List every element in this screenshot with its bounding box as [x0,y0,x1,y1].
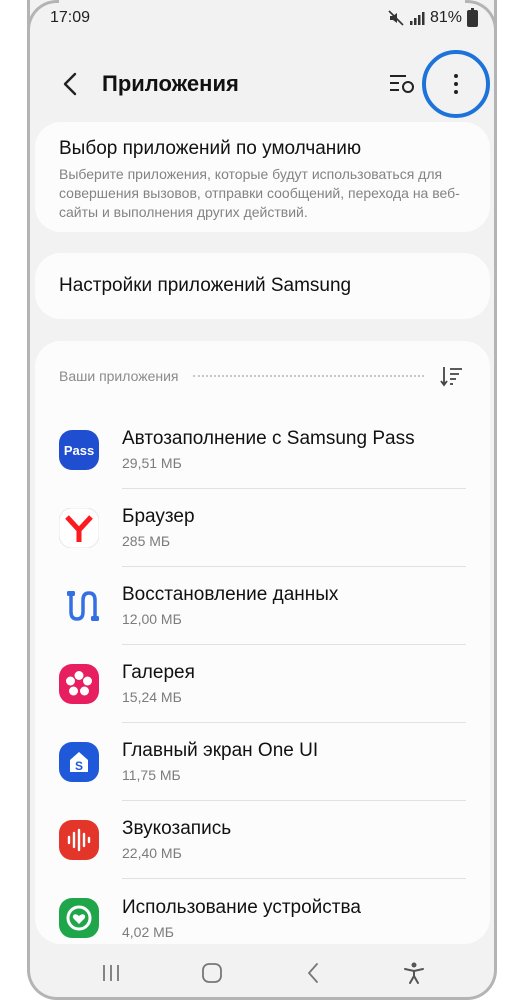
default-apps-card[interactable]: Выбор приложений по умолчанию Выберите п… [35,122,490,232]
app-name: Использование устройства [122,896,361,918]
app-size: 285 МБ [122,533,171,549]
app-name: Автозаполнение с Samsung Pass [122,428,415,449]
samsung-app-settings-label: Настройки приложений Samsung [59,275,352,296]
samsung-app-settings-card[interactable]: Настройки приложений Samsung [35,253,490,319]
default-apps-title: Выбор приложений по умолчанию [59,138,362,159]
app-row-device-care[interactable]: Использование устройства 4,02 МБ [59,879,466,944]
more-options-button[interactable] [422,50,490,118]
page-title: Приложения [102,71,239,96]
device-care-icon [59,898,99,938]
filter-search-icon [390,75,414,93]
your-apps-header: Ваши приложения [59,341,466,411]
back-button[interactable] [50,64,90,104]
status-bar: 17:09 81% [30,0,494,36]
app-name: Галерея [122,662,195,683]
app-row-data-restore[interactable]: Восстановление данных 12,00 МБ [59,567,466,645]
app-name: Главный экран One UI [122,740,319,761]
recent-apps-icon [102,965,119,981]
app-bar: Приложения [30,50,494,118]
app-name: Звукозапись [122,818,232,839]
nav-back-icon [307,963,318,983]
your-apps-label: Ваши приложения [59,368,179,384]
app-size: 22,40 МБ [122,845,182,861]
app-name: Восстановление данных [122,584,339,605]
voice-recorder-icon [59,820,99,860]
app-row-voice-recorder[interactable]: Звукозапись 22,40 МБ [59,801,466,879]
signal-icon [409,12,425,25]
filter-search-button[interactable] [382,64,422,104]
home-button[interactable] [192,953,232,993]
app-size: 15,24 МБ [122,689,182,705]
one-ui-home-icon: S [59,742,99,782]
accessibility-button[interactable] [394,953,434,993]
mute-icon [388,10,404,26]
phone-frame: 17:09 81% Приложения Выбор приложений по… [27,0,497,1000]
app-size: 29,51 МБ [122,455,182,471]
app-row-samsung-pass[interactable]: Pass Автозаполнение с Samsung Pass 29,51… [59,411,466,489]
your-apps-card: Ваши приложения Pass Автозаполнение с Sa… [35,341,490,944]
sort-button[interactable] [438,362,466,390]
status-icons: 81% [388,7,478,27]
app-bar-actions [382,50,490,118]
battery-icon [467,7,478,27]
app-size: 12,00 МБ [122,611,182,627]
app-size: 11,75 МБ [122,767,181,783]
dotted-divider [192,375,424,377]
status-time: 17:09 [50,9,91,26]
svg-text:S: S [75,759,83,773]
navigation-bar [30,946,494,997]
yandex-browser-icon [59,508,99,548]
app-size: 4,02 МБ [122,923,174,940]
nav-back-button[interactable] [293,953,333,993]
default-apps-subtitle: Выберите приложения, которые будут испол… [59,166,460,220]
home-icon [201,963,222,983]
accessibility-icon [403,962,424,984]
recent-apps-button[interactable] [91,953,131,993]
app-row-gallery[interactable]: Галерея 15,24 МБ [59,645,466,723]
sort-icon [440,367,462,387]
app-row-one-ui-home[interactable]: S Главный экран One UI 11,75 МБ [59,723,466,801]
app-name: Браузер [122,506,195,527]
app-row-browser[interactable]: Браузер 285 МБ [59,489,466,567]
data-restore-icon [59,586,99,626]
more-vertical-icon [454,74,458,94]
battery-percent: 81% [429,9,462,26]
back-arrow-icon [63,72,77,96]
svg-text:Pass: Pass [64,443,94,458]
samsung-pass-icon: Pass [59,430,99,470]
gallery-icon [59,664,99,704]
